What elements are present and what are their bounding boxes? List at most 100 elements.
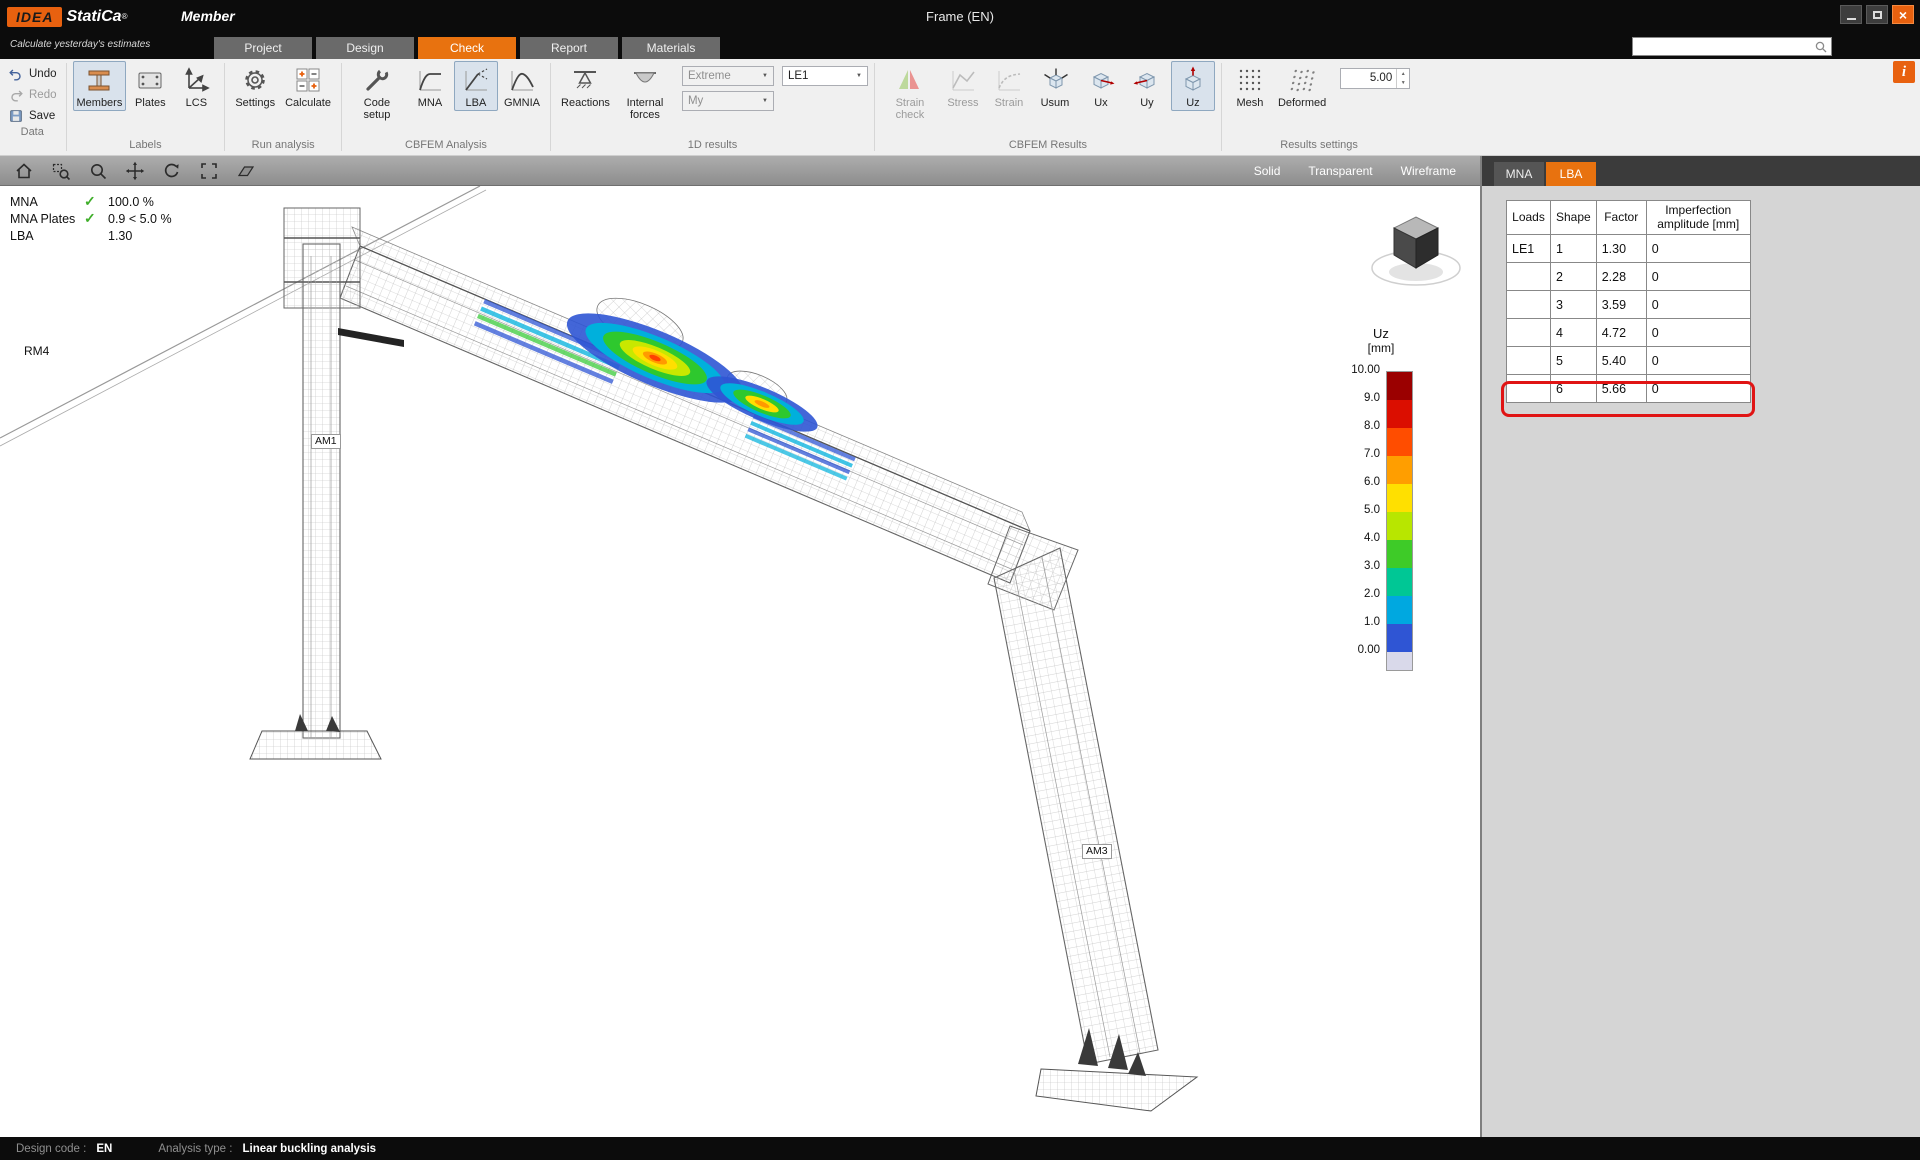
beam-member[interactable] [340, 227, 1030, 583]
stress-button[interactable]: Stress [941, 61, 985, 111]
ribbon-separator [874, 63, 875, 151]
deformed-button[interactable]: Deformed [1274, 61, 1330, 111]
view-mode-switch: Solid Transparent Wireframe [1254, 164, 1466, 178]
table-row[interactable]: 3 3.59 0 [1507, 291, 1751, 319]
tab-check[interactable]: Check [418, 37, 516, 59]
lba-curve-icon [461, 65, 491, 95]
ribbon-separator [224, 63, 225, 151]
ux-button[interactable]: Ux [1079, 61, 1123, 111]
legend-row-lba: LBA 1.30 [10, 227, 172, 244]
ribbon-group-cbfem-results: Strain check Stress Strain Usum Ux [876, 59, 1220, 155]
uz-button[interactable]: Uz [1171, 61, 1215, 111]
rotate-icon[interactable] [162, 161, 182, 181]
strain-check-icon [895, 65, 925, 95]
info-button[interactable]: i [1893, 61, 1915, 83]
zoom-window-icon[interactable] [51, 161, 71, 181]
group-label-cbfem-analysis: CBFEM Analysis [348, 138, 544, 155]
minimize-icon [1847, 18, 1856, 20]
pan-icon[interactable] [125, 161, 145, 181]
mesh-dots-icon [1235, 65, 1265, 95]
lba-button[interactable]: LBA [454, 61, 498, 111]
ribbon-separator [1221, 63, 1222, 151]
3d-scene[interactable] [0, 186, 1480, 1137]
maximize-button[interactable] [1866, 5, 1888, 24]
tab-materials[interactable]: Materials [622, 37, 720, 59]
app-name: Member [181, 8, 235, 24]
table-row[interactable]: LE1 1 1.30 0 [1507, 235, 1751, 263]
home-view-icon[interactable] [14, 161, 34, 181]
stress-icon [948, 65, 978, 95]
tagline: Calculate yesterday's estimates [10, 39, 150, 50]
tab-mna[interactable]: MNA [1494, 162, 1544, 186]
usum-button[interactable]: Usum [1033, 61, 1077, 111]
redo-button[interactable]: Redo [5, 86, 60, 104]
spinner-up-icon[interactable]: ▲ [1397, 69, 1409, 79]
internal-forces-button[interactable]: Internal forces [616, 61, 674, 124]
maximize-icon [1873, 11, 1882, 19]
tab-report[interactable]: Report [520, 37, 618, 59]
code-setup-button[interactable]: Code setup [348, 61, 406, 124]
undo-icon [8, 66, 24, 82]
result-legend: MNA ✓ 100.0 % MNA Plates ✓ 0.9 < 5.0 % L… [10, 193, 172, 244]
viewport-toolbar: Solid Transparent Wireframe [0, 156, 1480, 186]
close-button[interactable]: × [1892, 5, 1914, 24]
table-row[interactable]: 4 4.72 0 [1507, 319, 1751, 347]
member-label-rm4: RM4 [24, 344, 49, 358]
ux-icon [1086, 65, 1116, 95]
uy-icon [1132, 65, 1162, 95]
solid-mode-button[interactable]: Solid [1254, 164, 1281, 178]
window-title: Frame (EN) [926, 9, 994, 24]
right-leg-member[interactable] [988, 526, 1158, 1064]
mna-button[interactable]: MNA [408, 61, 452, 111]
design-code-value: EN [96, 1143, 112, 1155]
settings-button[interactable]: Settings [231, 61, 279, 111]
undo-button[interactable]: Undo [5, 65, 60, 83]
working-plane-icon[interactable] [236, 161, 256, 181]
strain-button[interactable]: Strain [987, 61, 1031, 111]
my-dropdown[interactable]: My ▼ [682, 91, 774, 111]
chevron-down-icon: ▼ [762, 98, 768, 104]
save-button[interactable]: Save [5, 107, 60, 125]
table-row[interactable]: 5 5.40 0 [1507, 347, 1751, 375]
spinner-down-icon[interactable]: ▼ [1397, 79, 1409, 89]
plates-button[interactable]: Plates [128, 61, 172, 111]
ribbon-group-run-analysis: Settings Calculate Run analysis [226, 59, 340, 155]
group-label-data: Data [5, 125, 60, 142]
zoom-icon[interactable] [88, 161, 108, 181]
registered-mark: ® [122, 12, 128, 21]
uy-button[interactable]: Uy [1125, 61, 1169, 111]
group-label-1d-results: 1D results [557, 138, 868, 155]
table-row[interactable]: 2 2.28 0 [1507, 263, 1751, 291]
tab-design[interactable]: Design [316, 37, 414, 59]
color-scale-title: Uz [1338, 326, 1424, 341]
wireframe-mode-button[interactable]: Wireframe [1401, 164, 1456, 178]
navigation-cube[interactable] [1366, 204, 1466, 296]
table-row-highlighted[interactable]: 6 5.66 0 [1507, 375, 1751, 403]
strain-check-button[interactable]: Strain check [881, 61, 939, 124]
extreme-dropdown[interactable]: Extreme ▼ [682, 66, 774, 86]
save-icon [8, 108, 24, 124]
search-input[interactable] [1633, 39, 1814, 54]
ribbon-group-1d-results: Reactions Internal forces Extreme ▼ LE1 [552, 59, 873, 155]
group-label-run-analysis: Run analysis [231, 138, 335, 155]
reactions-button[interactable]: Reactions [557, 61, 614, 111]
mna-curve-icon [415, 65, 445, 95]
ribbon: Undo Redo Save Data Members [0, 59, 1920, 156]
mesh-button[interactable]: Mesh [1228, 61, 1272, 111]
calculate-button[interactable]: Calculate [281, 61, 335, 111]
gmnia-button[interactable]: GMNIA [500, 61, 544, 111]
zoom-fit-icon[interactable] [199, 161, 219, 181]
transparent-mode-button[interactable]: Transparent [1308, 164, 1372, 178]
group-label-labels: Labels [73, 138, 219, 155]
tab-lba[interactable]: LBA [1546, 162, 1596, 186]
tab-project[interactable]: Project [214, 37, 312, 59]
members-button[interactable]: Members [73, 61, 127, 111]
minimize-button[interactable] [1840, 5, 1862, 24]
idea-statica-logo: IDEA StatiCa ® [7, 7, 127, 27]
lcs-button[interactable]: LCS [174, 61, 218, 111]
deformed-scale-spinner[interactable]: 5.00 ▲ ▼ [1340, 68, 1410, 89]
load-case-dropdown[interactable]: LE1 ▼ [782, 66, 868, 86]
3d-viewport[interactable]: MNA ✓ 100.0 % MNA Plates ✓ 0.9 < 5.0 % L… [0, 186, 1480, 1137]
strain-icon [994, 65, 1024, 95]
titlebar: IDEA StatiCa ® Member Frame (EN) × [0, 0, 1920, 33]
